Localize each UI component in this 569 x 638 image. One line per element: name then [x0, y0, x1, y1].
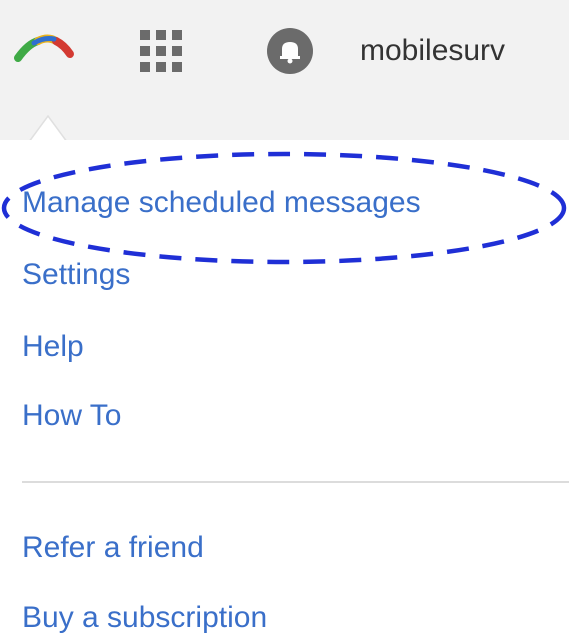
menu-item-how-to[interactable]: How To [22, 396, 122, 436]
menu-item-settings[interactable]: Settings [22, 255, 130, 295]
menu-item-buy-a-subscription[interactable]: Buy a subscription [22, 598, 267, 638]
menu-item-help[interactable]: Help [22, 327, 84, 367]
menu-divider [22, 481, 569, 483]
account-dropdown-menu: Manage scheduled messages Settings Help … [0, 140, 569, 638]
menu-item-manage-scheduled-messages[interactable]: Manage scheduled messages [22, 183, 421, 223]
app-page: mobilesurv Manage scheduled messages Set… [0, 0, 569, 638]
rainbow-arc-logo-icon[interactable] [14, 24, 82, 72]
menu-item-refer-a-friend[interactable]: Refer a friend [22, 528, 204, 568]
account-name[interactable]: mobilesurv [360, 33, 505, 69]
bell-icon[interactable] [266, 27, 314, 75]
grid-apps-icon[interactable] [138, 28, 184, 74]
